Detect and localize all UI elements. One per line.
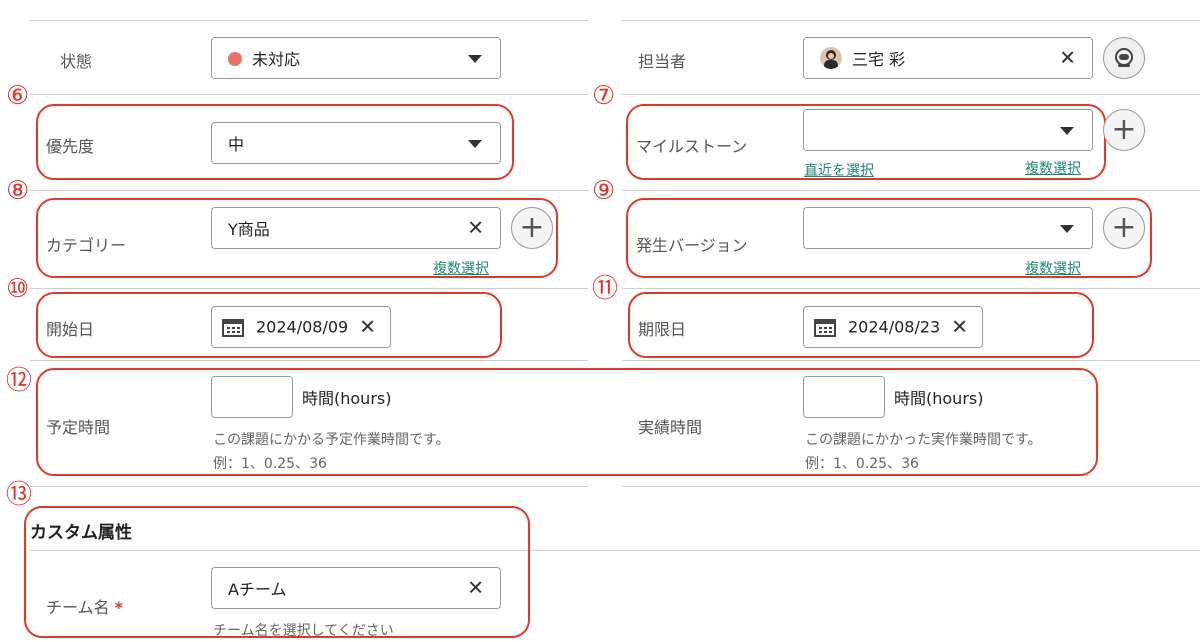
team-value: Aチーム	[228, 580, 287, 599]
team-label: チーム名 *	[46, 594, 123, 618]
chevron-down-icon	[1060, 225, 1074, 233]
clear-icon[interactable]: ✕	[1059, 48, 1076, 68]
status-value: 未対応	[252, 50, 301, 69]
avatar	[820, 47, 842, 69]
category-multi-link[interactable]: 複数選択	[433, 258, 489, 278]
priority-select[interactable]: 中	[211, 122, 501, 164]
plus-icon: +	[1111, 112, 1137, 147]
estimated-hours-unit: 時間(hours)	[302, 389, 392, 408]
add-milestone-button[interactable]: +	[1103, 109, 1145, 151]
estimated-hours-example: 例：1、0.25、36	[213, 456, 327, 472]
calendar-icon	[814, 319, 836, 337]
assignee-label: 担当者	[638, 52, 687, 71]
divider	[30, 360, 588, 361]
milestone-select[interactable]	[803, 109, 1093, 151]
category-select[interactable]: Y商品 ✕	[211, 207, 501, 249]
divider	[622, 20, 1200, 21]
annotation-number: ⑨	[592, 176, 616, 206]
version-multi-link[interactable]: 複数選択	[1025, 258, 1081, 278]
team-select[interactable]: Aチーム ✕	[211, 567, 501, 609]
required-mark: *	[114, 598, 123, 617]
divider	[30, 94, 588, 95]
estimated-hours-label: 予定時間	[46, 418, 111, 437]
actual-hours-help: この課題にかかった実作業時間です。	[805, 432, 1042, 448]
chevron-down-icon	[468, 55, 482, 63]
annotation-number: ⑬	[6, 480, 33, 510]
estimated-hours-input[interactable]	[211, 376, 293, 418]
team-label-text: チーム名	[46, 598, 110, 617]
milestone-multi-link[interactable]: 複数選択	[1025, 158, 1081, 178]
status-label: 状態	[60, 52, 93, 71]
priority-value: 中	[228, 135, 245, 154]
clear-icon[interactable]: ✕	[359, 317, 376, 337]
divider	[30, 486, 588, 487]
start-date-value: 2024/08/09	[256, 317, 349, 337]
annotation-number: ⑫	[6, 366, 33, 396]
annotation-number: ⑪	[592, 274, 619, 304]
custom-attributes-heading: カスタム属性	[30, 523, 132, 543]
divider	[622, 190, 1200, 191]
annotation-number: ⑩	[6, 274, 30, 304]
divider	[30, 190, 588, 191]
clear-icon[interactable]: ✕	[467, 578, 484, 598]
version-label: 発生バージョン	[636, 236, 748, 255]
start-date-label: 開始日	[46, 320, 95, 339]
actual-hours-input[interactable]	[803, 376, 885, 418]
due-date-label: 期限日	[638, 320, 687, 339]
annotation-number: ⑧	[6, 176, 30, 206]
category-value: Y商品	[228, 220, 270, 239]
calendar-icon	[222, 319, 244, 337]
chevron-down-icon	[1060, 127, 1074, 135]
clear-icon[interactable]: ✕	[467, 218, 484, 238]
divider	[622, 94, 1200, 95]
category-label: カテゴリー	[46, 236, 127, 255]
divider	[622, 288, 1200, 289]
user-icon	[1115, 48, 1133, 67]
milestone-label: マイルストーン	[636, 137, 748, 156]
chevron-down-icon	[468, 140, 482, 148]
divider	[30, 20, 588, 21]
start-date-field[interactable]: 2024/08/09 ✕	[211, 306, 391, 348]
actual-hours-example: 例：1、0.25、36	[805, 456, 919, 472]
team-help: チーム名を選択してください	[213, 623, 394, 639]
actual-hours-unit: 時間(hours)	[894, 389, 984, 408]
actual-hours-label: 実績時間	[638, 418, 703, 437]
priority-label: 優先度	[46, 137, 95, 156]
add-version-button[interactable]: +	[1103, 207, 1145, 249]
assign-self-button[interactable]	[1103, 37, 1145, 79]
divider	[622, 486, 1200, 487]
annotation-number: ⑦	[592, 81, 616, 111]
estimated-hours-help: この課題にかかる予定作業時間です。	[213, 432, 450, 448]
due-date-field[interactable]: 2024/08/23 ✕	[803, 306, 983, 348]
status-dot	[228, 52, 242, 66]
due-date-value: 2024/08/23	[848, 317, 941, 337]
divider	[30, 288, 588, 289]
milestone-recent-link[interactable]: 直近を選択	[804, 160, 874, 180]
plus-icon: +	[519, 210, 545, 245]
divider	[622, 360, 1200, 361]
add-category-button[interactable]: +	[511, 207, 553, 249]
annotation-number: ⑥	[6, 81, 30, 111]
assignee-value: 三宅 彩	[852, 50, 906, 69]
clear-icon[interactable]: ✕	[951, 317, 968, 337]
plus-icon: +	[1111, 210, 1137, 245]
version-select[interactable]	[803, 207, 1093, 249]
status-select[interactable]: 未対応	[211, 37, 501, 79]
assignee-select[interactable]: 三宅 彩 ✕	[803, 37, 1093, 79]
